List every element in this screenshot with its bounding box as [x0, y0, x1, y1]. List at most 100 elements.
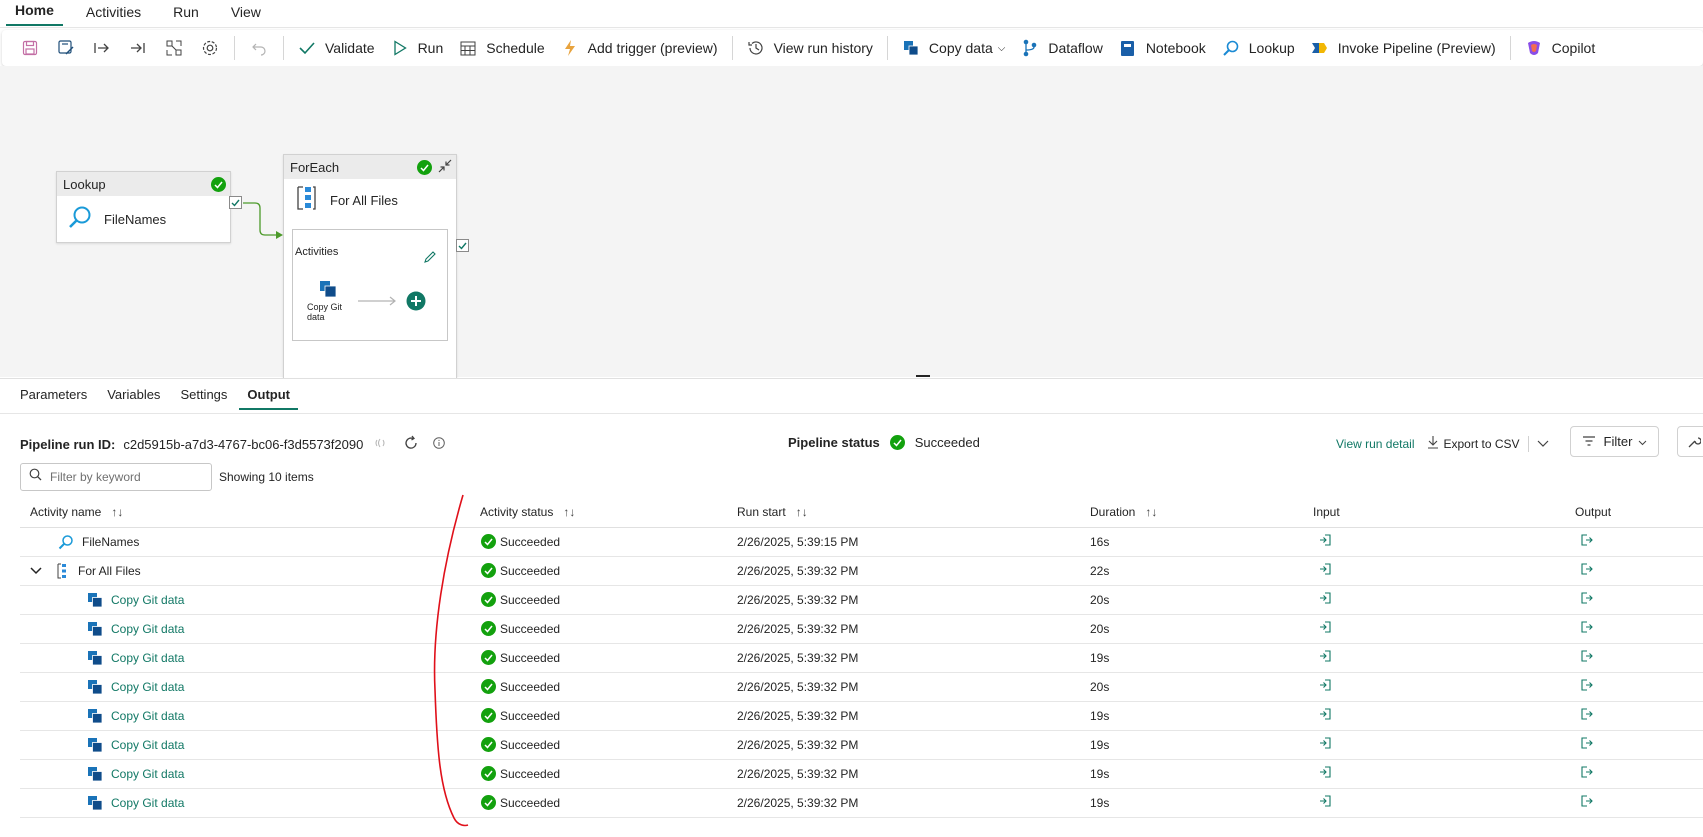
lookup-button[interactable]: Lookup — [1214, 32, 1303, 64]
tab-settings[interactable]: Settings — [172, 387, 235, 410]
menu-tab-run[interactable]: Run — [164, 4, 208, 26]
input-icon[interactable] — [1318, 678, 1332, 692]
output-icon[interactable] — [1580, 562, 1594, 576]
sort-icon[interactable]: ↑↓ — [563, 505, 575, 519]
table-row[interactable]: For All Files Succeeded 2/26/2025, 5:39:32… — [20, 556, 1703, 586]
lookup-activity-node[interactable]: Lookup FileNames — [56, 171, 231, 243]
sort-icon[interactable]: ↑↓ — [796, 505, 808, 519]
foreach-activities-container[interactable]: Activities Copy Git data — [292, 229, 448, 341]
tab-output[interactable]: Output — [239, 387, 299, 410]
add-activity-plus-icon[interactable] — [406, 291, 426, 316]
filter-keyword-input[interactable] — [48, 469, 208, 485]
view-run-history-button[interactable]: View run history — [739, 32, 881, 64]
table-row[interactable]: Copy Git data Succeeded 2/26/2025, 5:39:32… — [20, 614, 1703, 644]
output-icon[interactable] — [1580, 765, 1594, 779]
refresh-icon[interactable] — [403, 435, 419, 454]
foreach-activity-node[interactable]: ForEach For All Files Activities Copy Gi… — [283, 154, 457, 414]
duration: 19s — [1090, 650, 1110, 665]
table-row[interactable]: Copy Git data Succeeded 2/26/2025, 5:39:32… — [20, 759, 1703, 789]
table-row[interactable]: Copy Git data Succeeded 2/26/2025, 5:39:32… — [20, 730, 1703, 760]
input-icon[interactable] — [1318, 765, 1332, 779]
export-chevron-down-icon[interactable] — [1537, 437, 1549, 451]
activity-name[interactable]: Copy Git data — [111, 651, 184, 665]
col-duration[interactable]: Duration ↑↓ — [1090, 497, 1311, 528]
menu-tab-activities[interactable]: Activities — [77, 4, 150, 26]
output-icon[interactable] — [1580, 707, 1594, 721]
activity-name[interactable]: Copy Git data — [111, 680, 184, 694]
pipeline-canvas[interactable]: Lookup FileNames ForEach For All Files A… — [0, 66, 1703, 414]
undo-icon[interactable] — [241, 32, 277, 64]
activity-name[interactable]: Copy Git data — [111, 738, 184, 752]
invoke-pipeline-button[interactable]: Invoke Pipeline (Preview) — [1303, 32, 1504, 64]
copy-data-button[interactable]: Copy data ⌵ — [894, 32, 1013, 64]
chevron-down-icon[interactable] — [30, 566, 42, 575]
input-icon[interactable] — [1318, 707, 1332, 721]
save-as-icon[interactable] — [48, 32, 84, 64]
view-run-detail-link[interactable]: View run detail — [1336, 437, 1415, 451]
edit-pencil-icon[interactable] — [423, 250, 437, 269]
activity-name[interactable]: Copy Git data — [111, 796, 184, 810]
col-activity-name[interactable]: Activity name ↑↓ — [20, 497, 472, 528]
col-run-start[interactable]: Run start ↑↓ — [737, 497, 1090, 528]
output-icon[interactable] — [1580, 533, 1594, 547]
panel-resize-handle[interactable] — [916, 375, 930, 377]
table-row[interactable]: Copy Git data Succeeded 2/26/2025, 5:39:32… — [20, 643, 1703, 673]
step-over-icon[interactable] — [120, 32, 156, 64]
output-icon[interactable] — [1580, 649, 1594, 663]
input-icon[interactable] — [1318, 794, 1332, 808]
copilot-button[interactable]: Copilot — [1517, 32, 1604, 64]
dataflow-button[interactable]: Dataflow — [1013, 32, 1110, 64]
activity-status: Succeeded — [500, 679, 561, 694]
input-icon[interactable] — [1318, 533, 1332, 547]
input-icon[interactable] — [1318, 649, 1332, 663]
input-icon[interactable] — [1318, 562, 1332, 576]
activity-name[interactable]: Copy Git data — [111, 593, 184, 607]
table-row[interactable]: Copy Git data Succeeded 2/26/2025, 5:39:32… — [20, 788, 1703, 818]
copy-icon[interactable] — [373, 437, 387, 452]
table-header-row: Activity name ↑↓ Activity status ↑↓ Run st… — [20, 497, 1703, 528]
activity-name: FileNames — [82, 534, 140, 549]
table-row[interactable]: Copy Git data Succeeded 2/26/2025, 5:39:32… — [20, 701, 1703, 731]
table-row[interactable]: FileNames Succeeded 2/26/2025, 5:39:15 PM 1… — [20, 527, 1703, 557]
add-trigger-button[interactable]: Add trigger (preview) — [553, 32, 726, 64]
input-icon[interactable] — [1318, 591, 1332, 605]
output-icon[interactable] — [1580, 794, 1594, 808]
notebook-button[interactable]: Notebook — [1111, 32, 1214, 64]
input-icon[interactable] — [1318, 620, 1332, 634]
collapse-icon[interactable] — [438, 159, 452, 176]
output-icon[interactable] — [1580, 678, 1594, 692]
run-button[interactable]: Run — [383, 32, 452, 64]
step-into-icon[interactable] — [84, 32, 120, 64]
input-icon[interactable] — [1318, 736, 1332, 750]
activity-name[interactable]: Copy Git data — [111, 709, 184, 723]
export-csv-button[interactable]: Export to CSV — [1427, 435, 1520, 452]
menu-tab-home[interactable]: Home — [6, 2, 63, 26]
pipeline-status: Pipeline status Succeeded — [788, 435, 980, 450]
output-icon[interactable] — [1580, 736, 1594, 750]
output-icon[interactable] — [1580, 591, 1594, 605]
lookup-success-output-port[interactable] — [229, 196, 242, 209]
search-box[interactable] — [20, 463, 212, 491]
filter-button[interactable]: Filter — [1570, 426, 1659, 457]
tab-variables[interactable]: Variables — [99, 387, 168, 410]
more-options-button[interactable] — [1677, 426, 1703, 457]
info-icon[interactable] — [433, 437, 446, 452]
foreach-success-output-port[interactable] — [456, 239, 469, 252]
copy-data-icon — [902, 39, 920, 57]
validate-button[interactable]: Validate — [290, 32, 383, 64]
col-activity-status[interactable]: Activity status ↑↓ — [472, 497, 737, 528]
tab-parameters[interactable]: Parameters — [12, 387, 95, 410]
activity-name[interactable]: Copy Git data — [111, 622, 184, 636]
schedule-button[interactable]: Schedule — [451, 32, 552, 64]
run-start: 2/26/2025, 5:39:15 PM — [737, 534, 859, 549]
auto-layout-icon[interactable] — [156, 32, 192, 64]
save-icon[interactable] — [12, 32, 48, 64]
sort-icon[interactable]: ↑↓ — [1145, 505, 1157, 519]
table-row[interactable]: Copy Git data Succeeded 2/26/2025, 5:39:32… — [20, 585, 1703, 615]
menu-tab-view[interactable]: View — [222, 4, 270, 26]
settings-gear-icon[interactable] — [192, 32, 228, 64]
output-icon[interactable] — [1580, 620, 1594, 634]
sort-icon[interactable]: ↑↓ — [111, 505, 123, 519]
table-row[interactable]: Copy Git data Succeeded 2/26/2025, 5:39:32… — [20, 672, 1703, 702]
activity-name[interactable]: Copy Git data — [111, 767, 184, 781]
